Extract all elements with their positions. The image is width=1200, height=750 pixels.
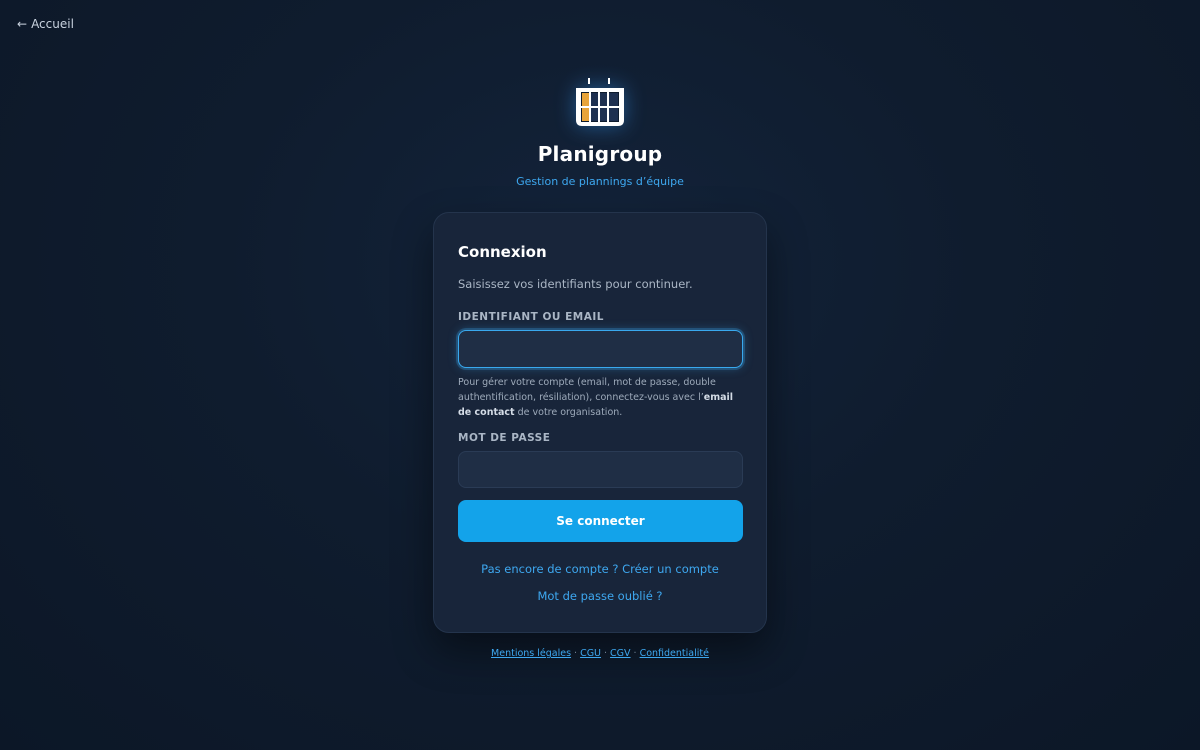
- calendar-grid-icon: [574, 76, 626, 128]
- footer-separator: ·: [633, 648, 637, 659]
- back-link-label: Accueil: [31, 17, 74, 31]
- forgot-password-link[interactable]: Mot de passe oublié ?: [458, 589, 742, 603]
- footer-link-cgu[interactable]: CGU: [580, 648, 601, 659]
- login-subtitle: Saisissez vos identifiants pour continue…: [458, 277, 693, 291]
- footer-link-privacy[interactable]: Confidentialité: [640, 648, 709, 659]
- password-input[interactable]: [458, 451, 743, 488]
- app-name: Planigroup: [537, 142, 663, 166]
- create-account-link[interactable]: Pas encore de compte ? Créer un compte: [458, 562, 742, 576]
- password-label: MOT DE PASSE: [458, 432, 551, 444]
- account-help-text: Pour gérer votre compte (email, mot de p…: [458, 375, 742, 420]
- login-title: Connexion: [458, 243, 547, 261]
- arrow-left-icon: ←: [17, 17, 28, 31]
- footer-separator: ·: [604, 648, 608, 659]
- footer-separator: ·: [574, 648, 578, 659]
- legal-footer: Mentions légales · CGU · CGV · Confidentialité: [0, 648, 1200, 659]
- footer-link-legal-notice[interactable]: Mentions légales: [491, 648, 571, 659]
- app-tagline: Gestion de plannings d’équipe: [516, 175, 684, 188]
- help-text-end: de votre organisation.: [514, 407, 623, 418]
- back-to-home-link[interactable]: ← Accueil: [17, 17, 74, 31]
- login-card: Connexion Saisissez vos identifiants pou…: [433, 212, 767, 633]
- footer-link-cgv[interactable]: CGV: [610, 648, 631, 659]
- help-text-start: Pour gérer votre compte (email, mot de p…: [458, 377, 716, 403]
- identifier-label: IDENTIFIANT OU EMAIL: [458, 311, 604, 323]
- login-button[interactable]: Se connecter: [458, 500, 743, 542]
- brand-header: Planigroup Gestion de plannings d’équipe: [0, 76, 1200, 188]
- identifier-input[interactable]: [458, 330, 743, 368]
